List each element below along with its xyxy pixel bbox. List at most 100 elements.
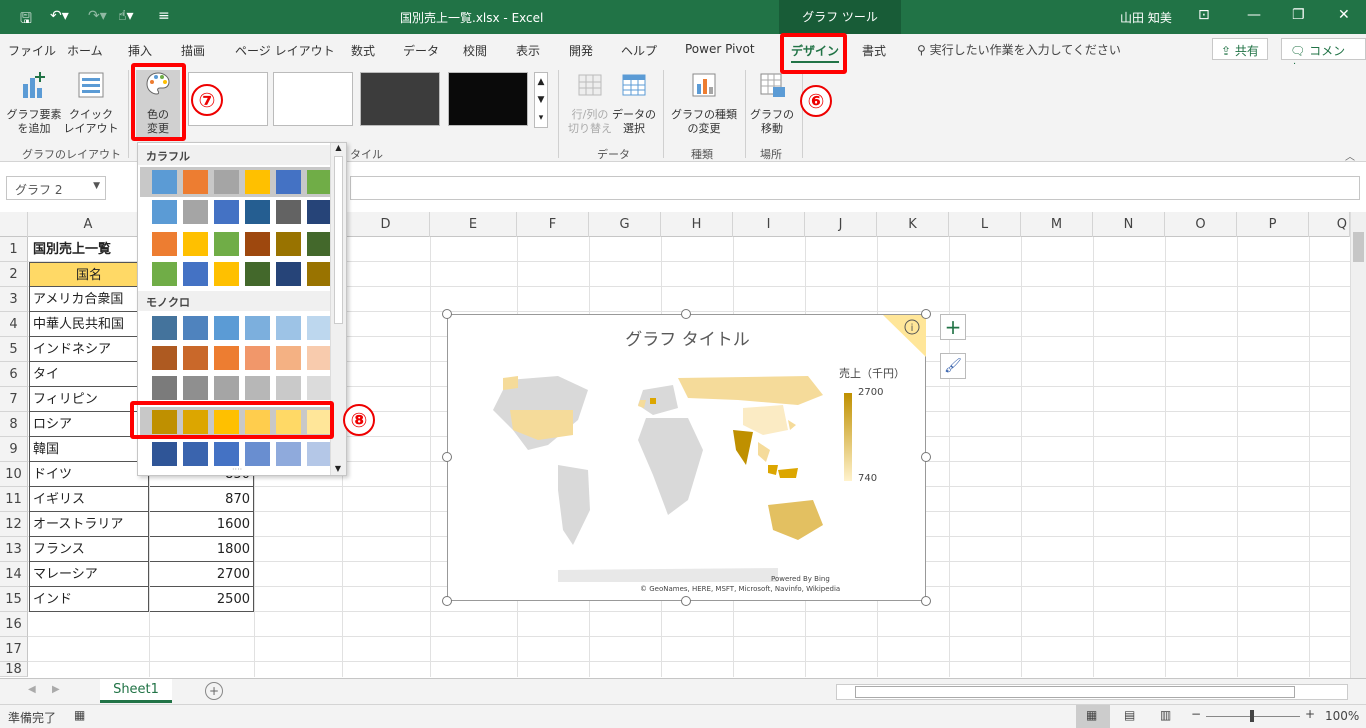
cell-country[interactable]: イギリス [29, 487, 149, 512]
tab-file[interactable]: ファイル [8, 42, 56, 59]
chart-elements-plus-icon[interactable]: + [940, 314, 966, 340]
zoom-out-icon[interactable]: − [1191, 707, 1201, 721]
tab-insert[interactable]: 挿入 [128, 42, 152, 59]
column-header[interactable]: L [949, 212, 1021, 237]
palette-row[interactable] [140, 197, 332, 227]
row-header[interactable]: 4 [0, 312, 28, 337]
share-button[interactable]: ⇪ 共有 [1212, 38, 1268, 60]
chart-style-4[interactable] [448, 72, 528, 126]
move-chart-button[interactable]: グラフの 移動 [750, 70, 794, 136]
row-header[interactable]: 18 [0, 662, 28, 677]
name-box[interactable]: グラフ 2 ▼ [6, 176, 106, 200]
add-sheet-icon[interactable]: + [205, 682, 223, 700]
map-chart[interactable]: グラフ タイトル 売上（千円） 2700 740 Powered By Bing… [447, 314, 926, 601]
comment-button[interactable]: 🗨 コメント [1281, 38, 1366, 75]
sheet-tab[interactable]: Sheet1 [100, 679, 172, 703]
column-header[interactable]: D [342, 212, 430, 237]
cell-country[interactable]: フランス [29, 537, 149, 562]
column-header[interactable]: A [28, 212, 149, 237]
scroll-up-icon[interactable]: ▲ [331, 143, 346, 152]
close-icon[interactable]: ✕ [1338, 7, 1350, 23]
change-chart-type-button[interactable]: グラフの種類 の変更 [670, 70, 738, 136]
row-header[interactable]: 15 [0, 587, 28, 612]
cell-country[interactable]: タイ [29, 362, 149, 387]
row-header[interactable]: 11 [0, 487, 28, 512]
cell-country[interactable]: アメリカ合衆国 [29, 287, 149, 312]
column-header[interactable]: G [589, 212, 661, 237]
style-gallery-scroll[interactable]: ▲ ▼ ▾ [534, 72, 548, 128]
macro-record-icon[interactable]: ▦ [74, 708, 85, 722]
column-header[interactable]: I [733, 212, 805, 237]
page-layout-view-icon[interactable]: ▤ [1124, 708, 1135, 722]
save-icon[interactable]: 🖫 [20, 8, 32, 32]
tab-developer[interactable]: 開発 [569, 42, 593, 59]
scroll-down-icon[interactable]: ▼ [331, 464, 345, 473]
row-header[interactable]: 1 [0, 237, 28, 262]
tab-review[interactable]: 校閲 [463, 42, 487, 59]
row-header[interactable]: 3 [0, 287, 28, 312]
minimize-icon[interactable]: — [1247, 7, 1261, 23]
resize-handle[interactable] [681, 596, 691, 606]
row-header[interactable]: 9 [0, 437, 28, 462]
column-header[interactable]: N [1093, 212, 1165, 237]
ribbon-display-icon[interactable]: ⊡ [1198, 7, 1210, 23]
horizontal-scrollbar[interactable] [836, 684, 1348, 700]
palette-row[interactable] [140, 373, 332, 403]
tell-me-search[interactable]: ⚲ 実行したい作業を入力してください [917, 41, 1121, 58]
column-header[interactable]: E [430, 212, 517, 237]
scroll-thumb[interactable] [334, 156, 343, 324]
column-header[interactable]: F [517, 212, 589, 237]
column-header[interactable]: M [1021, 212, 1093, 237]
resize-handle[interactable] [921, 596, 931, 606]
row-header[interactable]: 14 [0, 562, 28, 587]
palette-row[interactable] [140, 167, 332, 197]
chart-styles-brush-icon[interactable]: 🖌 [940, 353, 966, 379]
cell-sales[interactable]: 1600 [150, 512, 254, 537]
collapse-ribbon-icon[interactable]: ︿ [1345, 148, 1355, 163]
customize-qat-icon[interactable]: ≡ [158, 8, 170, 24]
row-header[interactable]: 2 [0, 262, 28, 287]
column-header[interactable]: H [661, 212, 733, 237]
restore-icon[interactable]: ❐ [1292, 7, 1305, 23]
tab-draw[interactable]: 描画 [181, 42, 205, 59]
chart-style-3[interactable] [360, 72, 440, 126]
palette-row[interactable] [140, 313, 332, 343]
zoom-level[interactable]: 100% [1325, 709, 1359, 723]
tab-data[interactable]: データ [403, 42, 439, 59]
resize-handle[interactable] [442, 596, 452, 606]
sheet-nav-prev-icon[interactable]: ◀ [28, 684, 36, 695]
column-header[interactable]: Q [1309, 212, 1350, 237]
cell-a1-title[interactable]: 国別売上一覧 [33, 237, 111, 262]
tab-help[interactable]: ヘルプ [621, 42, 657, 59]
column-header[interactable]: P [1237, 212, 1309, 237]
tab-formulas[interactable]: 数式 [351, 42, 375, 59]
row-header[interactable]: 10 [0, 462, 28, 487]
tab-home[interactable]: ホーム [67, 42, 103, 59]
cell-sales[interactable]: 2500 [150, 587, 254, 612]
row-header[interactable]: 12 [0, 512, 28, 537]
quick-layout-button[interactable]: クイック レイアウト [62, 70, 120, 136]
resize-handle[interactable] [681, 309, 691, 319]
switch-row-column-button[interactable]: 行/列の 切り替え [566, 70, 614, 136]
column-header[interactable]: K [877, 212, 949, 237]
tab-format[interactable]: 書式 [862, 42, 886, 59]
zoom-slider-thumb[interactable] [1250, 710, 1254, 722]
cell-country[interactable]: マレーシア [29, 562, 149, 587]
redo-icon[interactable]: ↷▾ [88, 8, 107, 24]
cell-country[interactable]: ドイツ [29, 462, 149, 487]
resize-handle[interactable] [442, 309, 452, 319]
formula-input[interactable] [350, 176, 1360, 200]
vertical-scrollbar[interactable] [1350, 212, 1366, 678]
row-header[interactable]: 17 [0, 637, 28, 662]
undo-icon[interactable]: ↶▾ [50, 8, 69, 24]
chart-title[interactable]: グラフ タイトル [448, 325, 927, 350]
add-chart-element-button[interactable]: グラフ要素 を追加 [6, 70, 62, 136]
palette-row[interactable] [140, 229, 332, 259]
row-header[interactable]: 8 [0, 412, 28, 437]
cell-country[interactable]: オーストラリア [29, 512, 149, 537]
palette-row[interactable] [140, 259, 332, 289]
tab-page-layout[interactable]: ページ レイアウト [235, 42, 335, 59]
resize-handle[interactable] [442, 452, 452, 462]
row-header[interactable]: 13 [0, 537, 28, 562]
row-header[interactable]: 16 [0, 612, 28, 637]
